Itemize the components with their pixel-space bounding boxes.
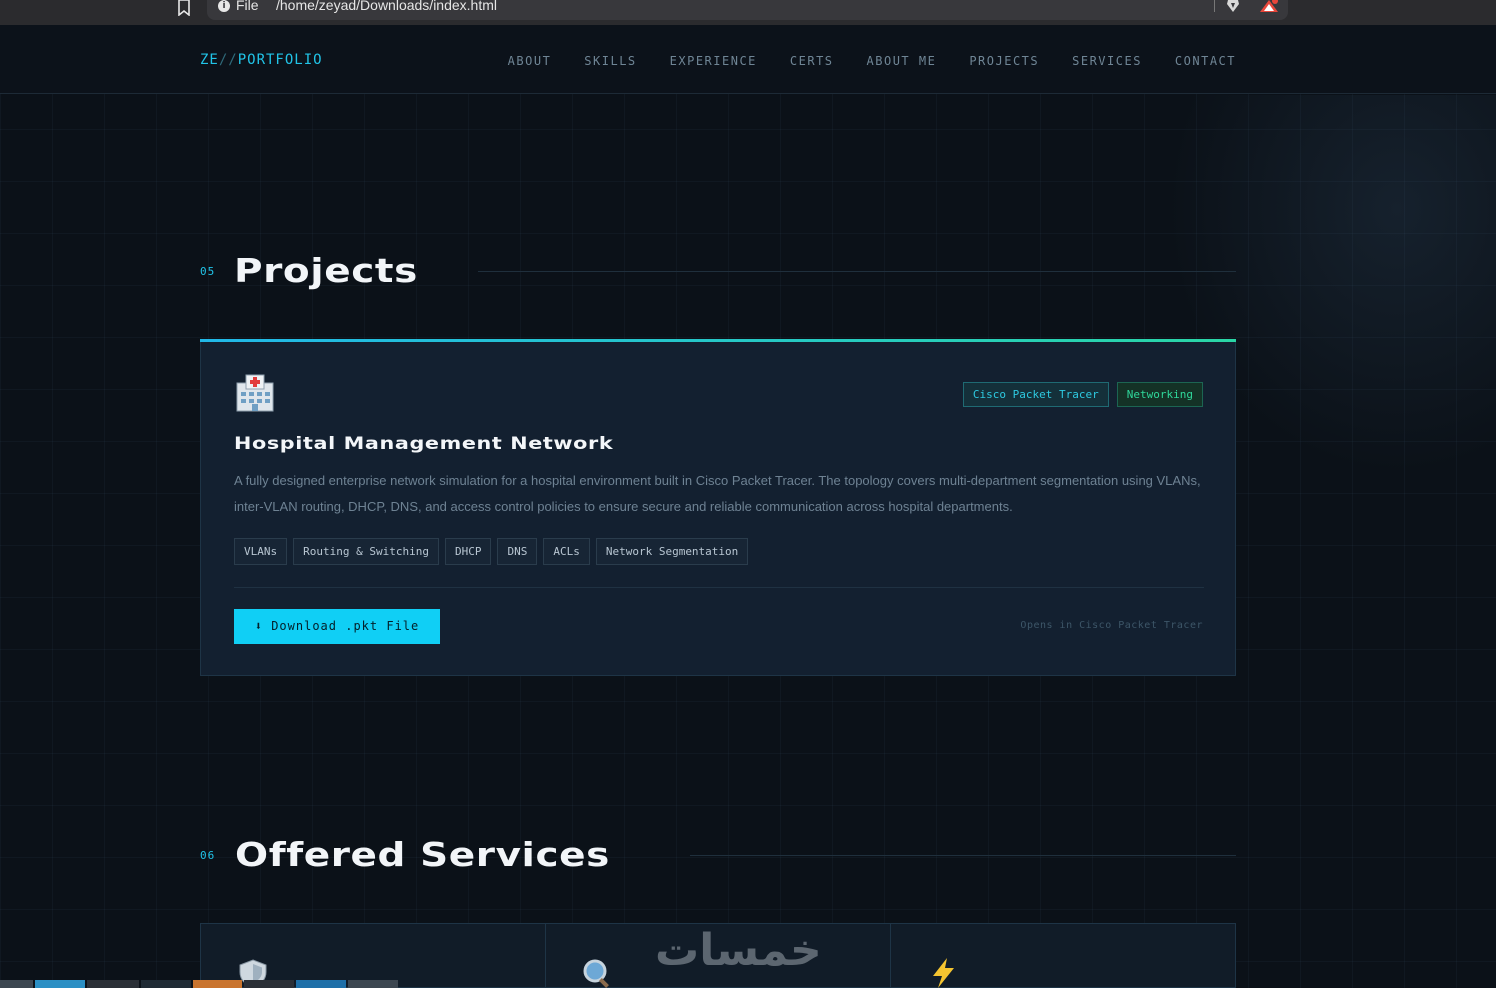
nav-link-about-me[interactable]: ABOUT ME (867, 54, 937, 68)
logo-slash: // (218, 52, 238, 68)
logo-name: PORTFOLIO (237, 52, 323, 68)
logo-prefix: ZE (200, 52, 219, 68)
nav-link-skills[interactable]: SKILLS (584, 54, 636, 68)
project-description: A fully designed enterprise network simu… (234, 473, 1201, 514)
service-card[interactable] (201, 924, 546, 988)
projects-heading-rule (478, 271, 1236, 272)
opens-note: Opens in Cisco Packet Tracer (1020, 620, 1203, 631)
taskbar-fragments (0, 980, 400, 988)
tech-tag: VLANs (234, 538, 288, 565)
project-card: Cisco Packet Tracer Networking Hospital … (200, 339, 1236, 676)
nav-link-contact[interactable]: CONTACT (1175, 54, 1236, 68)
taskbar-item[interactable] (86, 980, 139, 988)
tech-tag: Network Segmentation (595, 538, 749, 565)
taskbar-item[interactable] (34, 980, 85, 988)
download-pkt-button[interactable]: ⬇ Download .pkt File (234, 609, 440, 644)
nav-link-services[interactable]: SERVICES (1072, 54, 1142, 68)
brave-rewards-icon[interactable] (1260, 0, 1278, 12)
nav-links: ABOUT SKILLS EXPERIENCE CERTS ABOUT ME P… (475, 54, 1236, 68)
category-tag: Cisco Packet Tracer (962, 382, 1109, 407)
address-bar-divider (1214, 0, 1215, 12)
services-section-title: Offered Services (235, 835, 610, 874)
tech-tags: VLANs Routing & Switching DHCP DNS ACLs … (234, 538, 749, 565)
info-icon[interactable]: i (218, 0, 230, 12)
service-card[interactable] (891, 924, 1235, 988)
projects-section-title: Projects (234, 251, 418, 290)
magnifier-icon (583, 959, 609, 988)
site-logo[interactable]: ZE//PORTFOLIO (200, 52, 323, 68)
tech-tag: DHCP (444, 538, 492, 565)
project-title: Hospital Management Network (234, 434, 614, 454)
services-section-number: 06 (200, 849, 216, 862)
taskbar-item[interactable] (140, 980, 191, 988)
tech-tag: DNS (497, 538, 538, 565)
services-heading-rule (690, 855, 1236, 856)
projects-section-number: 05 (200, 265, 216, 278)
taskbar-item[interactable] (296, 980, 347, 988)
url-text[interactable]: /home/zeyad/Downloads/index.html (276, 0, 497, 13)
brave-shield-icon[interactable] (1226, 0, 1240, 12)
url-scheme: File (236, 0, 259, 13)
taskbar-item[interactable] (192, 980, 243, 988)
card-accent-bar (200, 339, 1236, 342)
category-tags: Cisco Packet Tracer Networking (962, 382, 1203, 407)
card-divider (234, 587, 1204, 588)
lightning-icon (933, 958, 954, 988)
taskbar-item[interactable] (244, 980, 295, 988)
browser-toolbar: i File /home/zeyad/Downloads/index.html (0, 0, 1496, 25)
nav-link-about[interactable]: ABOUT (508, 54, 552, 68)
nav-link-certs[interactable]: CERTS (790, 54, 834, 68)
tech-tag: ACLs (543, 538, 590, 565)
watermark-logo: خمسات (655, 925, 822, 976)
nav-link-projects[interactable]: PROJECTS (969, 54, 1039, 68)
nav-link-experience[interactable]: EXPERIENCE (670, 54, 757, 68)
site-navbar: ZE//PORTFOLIO ABOUT SKILLS EXPERIENCE CE… (0, 25, 1496, 94)
bookmark-icon[interactable] (177, 0, 191, 16)
category-tag: Networking (1116, 382, 1203, 407)
hospital-icon (236, 374, 274, 412)
tech-tag: Routing & Switching (293, 538, 439, 565)
taskbar-item[interactable] (348, 980, 399, 988)
taskbar-item[interactable] (0, 980, 33, 988)
